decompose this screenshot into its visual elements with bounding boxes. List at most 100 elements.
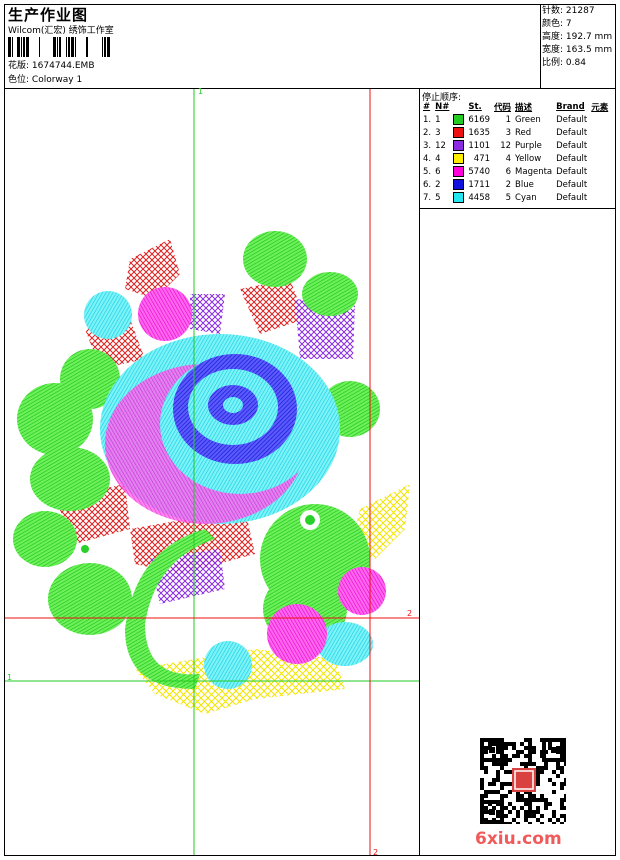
guide-label-h2: 2 xyxy=(407,609,413,618)
barcode-icon xyxy=(8,37,110,57)
cell-swatch xyxy=(451,139,466,152)
table-row: 1. 1 6169 1 Green Default xyxy=(421,113,610,126)
table-row: 4. 4 471 4 Yellow Default xyxy=(421,152,610,165)
cell-swatch xyxy=(451,113,466,126)
watermark-site: 6xiu.com xyxy=(475,829,562,849)
col-n: N# xyxy=(435,102,450,112)
table-row: 2. 3 1635 3 Red Default xyxy=(421,126,610,139)
design-value: 1674744.EMB xyxy=(31,61,95,71)
embroidery-design xyxy=(5,89,419,855)
cell-desc: Blue xyxy=(515,179,534,190)
cell-desc: Magenta xyxy=(515,166,553,177)
cell-element xyxy=(589,178,610,191)
color-swatch xyxy=(453,166,465,177)
cell-brand: Default xyxy=(556,114,588,125)
cell-brand: Default xyxy=(556,140,588,151)
stat-height: 高度: 192.7 mm xyxy=(542,32,613,42)
cell-brand: Default xyxy=(556,153,588,164)
stat-stitches: 针数: 21287 xyxy=(542,6,595,16)
cell-st: 1711 xyxy=(468,179,491,190)
cell-n: 5 xyxy=(435,192,441,203)
qr-code-icon xyxy=(480,738,566,824)
cell-code: 12 xyxy=(500,140,512,151)
color-swatch xyxy=(453,153,465,164)
studio-name: Wilcom(汇宏) 绣饰工作室 xyxy=(8,26,114,36)
color-swatch xyxy=(453,140,465,151)
cell-st: 5740 xyxy=(468,166,491,177)
cell-desc: Red xyxy=(515,127,532,138)
guide-label-v1: 1 xyxy=(198,87,204,96)
col-desc: 描述 xyxy=(515,103,533,113)
cell-idx: 1. xyxy=(423,114,432,125)
cell-idx: 2. xyxy=(423,127,432,138)
table-row: 5. 6 5740 6 Magenta Default xyxy=(421,165,610,178)
cell-n: 12 xyxy=(435,140,446,151)
cell-swatch xyxy=(451,191,466,204)
cell-code: 3 xyxy=(505,127,512,138)
cell-desc: Yellow xyxy=(515,153,542,164)
cell-idx: 7. xyxy=(423,192,432,203)
cell-code: 5 xyxy=(505,192,512,203)
cell-n: 2 xyxy=(435,179,441,190)
cell-desc: Cyan xyxy=(515,192,537,203)
colorway-label: 色位: xyxy=(8,75,30,85)
cell-n: 6 xyxy=(435,166,441,177)
cell-element xyxy=(589,152,610,165)
table-row: 7. 5 4458 5 Cyan Default xyxy=(421,191,610,204)
cell-element xyxy=(589,191,610,204)
cell-brand: Default xyxy=(556,166,588,177)
col-swatch xyxy=(451,101,466,113)
cell-brand: Default xyxy=(556,179,588,190)
cell-idx: 6. xyxy=(423,179,432,190)
table-row: 3. 12 1101 12 Purple Default xyxy=(421,139,610,152)
color-swatch xyxy=(453,192,465,203)
cell-st: 4458 xyxy=(468,192,491,203)
central-peony xyxy=(100,334,340,524)
design-label: 花版: xyxy=(8,61,30,71)
table-row: 6. 2 1711 2 Blue Default xyxy=(421,178,610,191)
cell-element xyxy=(589,126,610,139)
colorway-row: 色位: Colorway 1 xyxy=(8,74,82,87)
cell-swatch xyxy=(451,178,466,191)
cell-n: 1 xyxy=(435,114,441,125)
cell-code: 2 xyxy=(505,179,512,190)
guide-label-h1: 1 xyxy=(7,673,13,682)
stat-colors: 颜色: 7 xyxy=(542,19,572,29)
page-title: 生产作业图 xyxy=(8,6,89,24)
table-divider xyxy=(419,208,616,209)
cell-idx: 3. xyxy=(423,140,432,151)
table-header-row: # N# St. 代码 描述 Brand 元素 xyxy=(421,101,610,113)
cell-brand: Default xyxy=(556,127,588,138)
cell-element xyxy=(589,113,610,126)
cell-n: 4 xyxy=(435,153,441,164)
cell-st: 6169 xyxy=(468,114,491,125)
cell-st: 471 xyxy=(473,153,491,164)
cell-code: 1 xyxy=(505,114,512,125)
stats-panel: 针数: 21287 颜色: 7 高度: 192.7 mm 宽度: 163.5 m… xyxy=(542,5,612,70)
colorway-value: Colorway 1 xyxy=(31,75,83,85)
cell-element xyxy=(589,165,610,178)
guide-label-v2: 2 xyxy=(373,848,379,857)
col-element: 元素 xyxy=(591,103,609,113)
col-brand: Brand xyxy=(556,102,585,112)
stats-divider xyxy=(540,4,541,88)
stop-sequence-table: # N# St. 代码 描述 Brand 元素 1. 1 6169 1 Green Def… xyxy=(421,101,610,204)
cell-desc: Purple xyxy=(515,140,542,151)
stat-width: 宽度: 163.5 mm xyxy=(542,45,613,55)
stat-scale: 比例: 0.84 xyxy=(542,58,586,68)
design-row: 花版: 1674744.EMB xyxy=(8,60,95,73)
cell-swatch xyxy=(451,126,466,139)
col-hash: # xyxy=(423,102,431,112)
cell-code: 6 xyxy=(505,166,512,177)
cell-st: 1101 xyxy=(468,140,491,151)
col-st: St. xyxy=(468,102,482,112)
cell-idx: 4. xyxy=(423,153,432,164)
cell-desc: Green xyxy=(515,114,541,125)
cell-idx: 5. xyxy=(423,166,432,177)
cell-swatch xyxy=(451,152,466,165)
color-swatch xyxy=(453,127,465,138)
col-code: 代码 xyxy=(494,103,512,113)
sidebar-divider xyxy=(419,88,420,856)
color-swatch xyxy=(453,179,465,190)
color-swatch xyxy=(453,114,465,125)
